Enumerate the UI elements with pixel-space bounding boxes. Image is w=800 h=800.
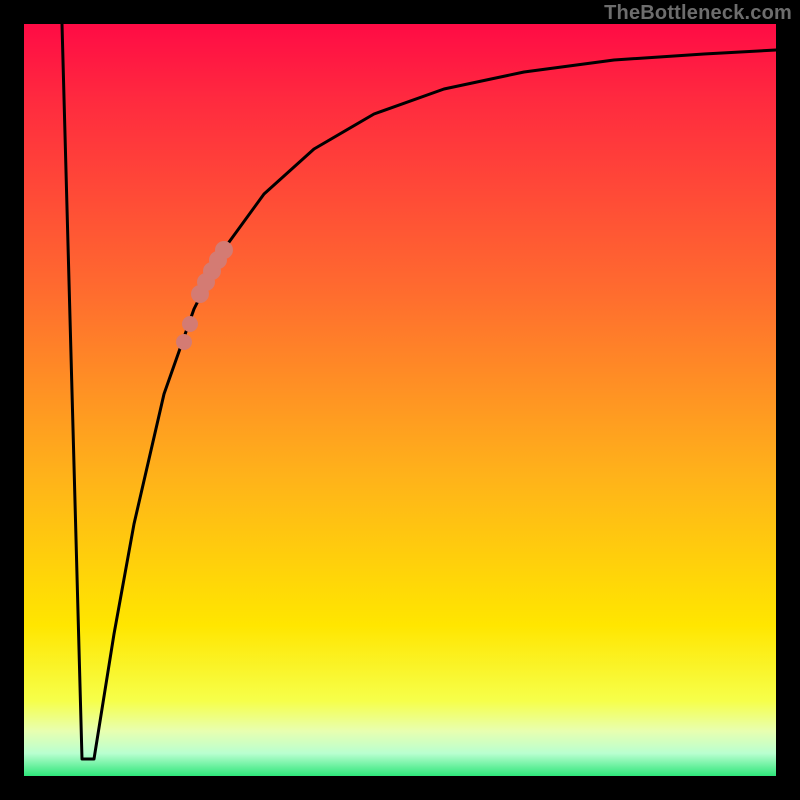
chart-stage: TheBottleneck.com: [0, 0, 800, 800]
marker-dot: [215, 241, 233, 259]
plot-area: [24, 24, 776, 776]
marker-dot: [176, 334, 192, 350]
bottleneck-curve: [62, 24, 776, 759]
chart-svg: [24, 24, 776, 776]
watermark-text: TheBottleneck.com: [604, 2, 792, 25]
marker-dot: [182, 316, 198, 332]
